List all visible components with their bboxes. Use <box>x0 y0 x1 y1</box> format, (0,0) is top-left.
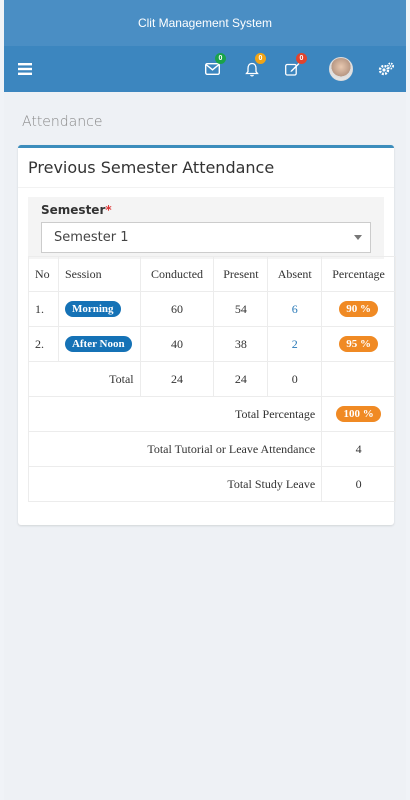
semester-select-value: Semester 1 <box>54 230 129 245</box>
gears-icon <box>378 62 394 76</box>
summary-value: 4 <box>321 431 396 467</box>
row-no: 2. <box>28 326 59 362</box>
semester-select[interactable]: Semester 1 <box>41 222 371 253</box>
row-percentage: 90 % <box>321 291 396 327</box>
row-no: 1. <box>28 291 59 327</box>
bell-icon <box>245 62 259 77</box>
total-conducted: 24 <box>139 361 215 397</box>
row-conducted: 60 <box>139 291 215 327</box>
table-row: 2. After Noon 40 38 2 95 % <box>28 326 396 362</box>
summary-row-percentage: Total Percentage 100 % <box>27 396 396 432</box>
hamburger-icon <box>18 63 32 75</box>
semester-filter-panel: Semester* Semester 1 <box>28 197 384 259</box>
card-title: Previous Semester Attendance <box>18 148 394 188</box>
row-session: After Noon <box>57 326 141 362</box>
table-header-row: No Session Conducted Present Absent Perc… <box>28 256 396 292</box>
row-session: Morning <box>57 291 141 327</box>
page-breadcrumb: Attendance <box>22 114 103 130</box>
row-present: 38 <box>213 326 269 362</box>
summary-row-tutorial-leave: Total Tutorial or Leave Attendance 4 <box>27 431 396 467</box>
messages-button[interactable]: 0 <box>198 46 226 92</box>
messages-badge: 0 <box>215 53 226 64</box>
notifications-button[interactable]: 0 <box>238 46 266 92</box>
row-percentage: 95 % <box>321 326 396 362</box>
envelope-icon <box>204 63 220 75</box>
total-label: Total <box>28 361 141 397</box>
edit-icon <box>284 63 299 76</box>
row-absent-link[interactable]: 2 <box>267 326 323 362</box>
percentage-badge: 95 % <box>339 336 378 352</box>
semester-label: Semester* <box>41 203 112 217</box>
summary-row-study-leave: Total Study Leave 0 <box>27 466 396 502</box>
notifications-badge: 0 <box>255 53 266 64</box>
menu-toggle-button[interactable] <box>10 46 40 92</box>
percentage-badge: 90 % <box>339 301 378 317</box>
avatar <box>329 57 353 81</box>
session-badge: After Noon <box>64 336 132 352</box>
table-row: 1. Morning 60 54 6 90 % <box>28 291 396 327</box>
total-percentage-badge: 100 % <box>336 406 381 422</box>
user-menu-button[interactable] <box>324 46 358 92</box>
total-present: 24 <box>213 361 269 397</box>
summary-label: Total Tutorial or Leave Attendance <box>27 431 323 467</box>
summary-label: Total Percentage <box>27 396 323 432</box>
summary-value: 0 <box>321 466 396 502</box>
attendance-table: No Session Conducted Present Absent Perc… <box>27 256 396 502</box>
header-conducted: Conducted <box>139 256 215 292</box>
session-badge: Morning <box>64 301 121 317</box>
required-marker: * <box>105 203 112 217</box>
row-absent-link[interactable]: 6 <box>267 291 323 327</box>
header-session: Session <box>57 256 141 292</box>
semester-label-text: Semester <box>41 203 106 217</box>
row-present: 54 <box>213 291 269 327</box>
settings-button[interactable] <box>372 46 400 92</box>
header-absent: Absent <box>267 256 323 292</box>
header-percentage: Percentage <box>321 256 396 292</box>
top-navbar: 0 0 0 <box>4 46 406 92</box>
app-title: Clit Management System <box>4 0 406 46</box>
tasks-badge: 0 <box>296 53 307 64</box>
caret-down-icon <box>354 235 362 240</box>
row-conducted: 40 <box>139 326 215 362</box>
total-absent: 0 <box>267 361 323 397</box>
tasks-button[interactable]: 0 <box>278 46 307 92</box>
app-window: Clit Management System 0 0 0 Attendance … <box>4 0 406 800</box>
summary-label: Total Study Leave <box>27 466 323 502</box>
summary-value: 100 % <box>321 396 396 432</box>
total-empty-cell <box>321 361 396 397</box>
header-no: No <box>28 256 59 292</box>
header-present: Present <box>213 256 269 292</box>
attendance-card: Previous Semester Attendance Semester* S… <box>18 145 396 525</box>
total-row: Total 24 24 0 <box>28 361 396 397</box>
